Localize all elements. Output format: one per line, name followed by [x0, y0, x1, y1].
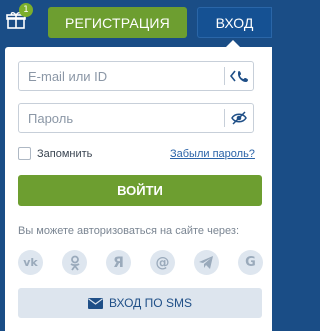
social-login-label: Вы можете авторизоваться на сайте через: — [18, 225, 240, 237]
phone-icon — [229, 70, 248, 82]
remember-label: Запомнить — [37, 147, 93, 160]
forgot-password-link[interactable]: Забыли пароль? — [170, 148, 255, 160]
email-field[interactable] — [19, 62, 228, 90]
odnoklassniki-icon — [69, 255, 80, 271]
password-field-wrapper — [18, 103, 254, 133]
show-password-toggle[interactable] — [230, 110, 248, 126]
gift-count-badge: 1 — [19, 3, 33, 17]
email-field-wrapper — [18, 61, 254, 91]
vk-login-button[interactable]: vk — [18, 250, 43, 275]
gift-button[interactable]: 1 — [6, 3, 33, 32]
field-divider — [224, 109, 225, 127]
mail-at-icon: @ — [155, 254, 170, 271]
odnoklassniki-login-button[interactable] — [62, 250, 87, 275]
remember-checkbox[interactable] — [18, 147, 31, 160]
envelope-icon — [88, 297, 104, 309]
telegram-login-button[interactable] — [194, 250, 219, 275]
top-bar: 1 РЕГИСТРАЦИЯ ВХОД — [0, 0, 272, 48]
sms-login-label: ВХОД ПО SMS — [109, 296, 192, 310]
submit-login-button[interactable]: ВОЙТИ — [18, 175, 262, 206]
google-login-button[interactable]: G — [238, 250, 263, 275]
vk-icon: vk — [23, 256, 38, 269]
telegram-icon — [199, 256, 213, 269]
sms-login-button[interactable]: ВХОД ПО SMS — [18, 288, 262, 318]
login-button[interactable]: ВХОД — [197, 7, 272, 38]
field-divider — [224, 67, 225, 85]
yandex-icon: Я — [113, 254, 124, 271]
eye-slash-icon — [231, 111, 247, 125]
login-panel: Запомнить Забыли пароль? ВОЙТИ Вы можете… — [5, 47, 272, 331]
register-button[interactable]: РЕГИСТРАЦИЯ — [48, 7, 187, 38]
google-icon: G — [245, 255, 256, 270]
password-field[interactable] — [19, 104, 228, 132]
phone-switch-button[interactable] — [229, 68, 248, 84]
yandex-login-button[interactable]: Я — [106, 250, 131, 275]
mail-login-button[interactable]: @ — [150, 250, 175, 275]
remember-me: Запомнить — [18, 147, 92, 160]
